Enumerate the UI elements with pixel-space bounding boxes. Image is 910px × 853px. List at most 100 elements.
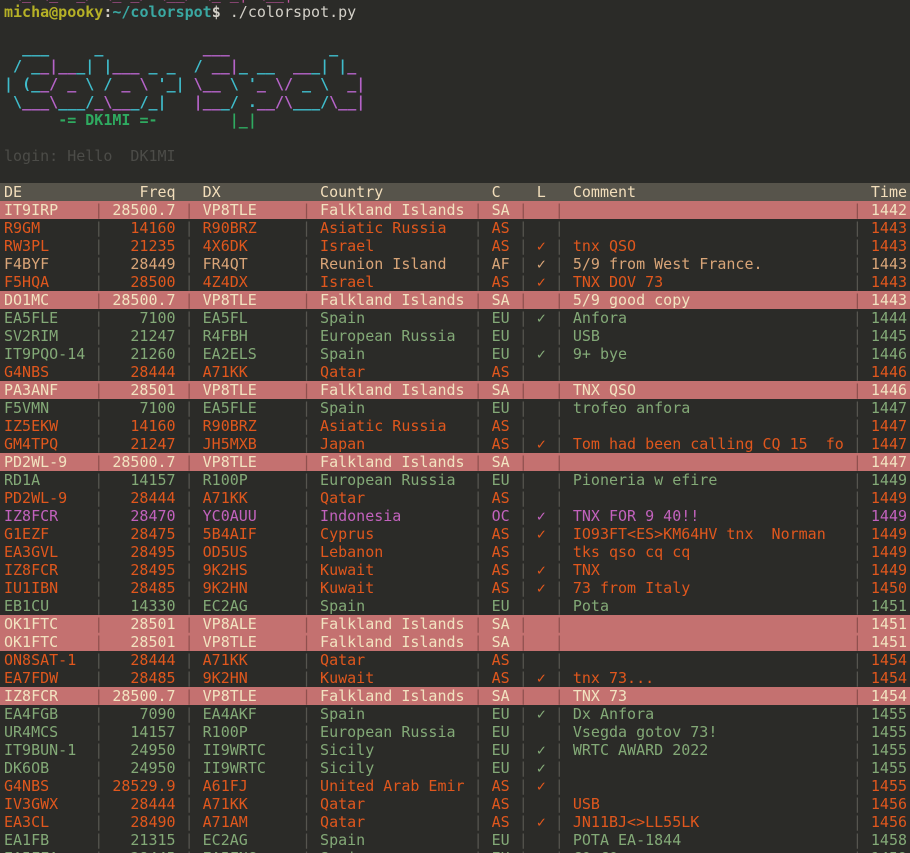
cell-l <box>537 363 546 381</box>
column-separator: | <box>94 417 112 435</box>
column-separator: | <box>94 651 112 669</box>
cell-l <box>537 453 546 471</box>
callsign-signature: -= DK1MI =- <box>58 111 157 129</box>
cell-dx: A71AM <box>203 813 302 831</box>
cell-dx: R100P <box>203 471 302 489</box>
column-separator: | <box>176 255 203 273</box>
cell-country: Japan <box>320 435 474 453</box>
column-separator: | <box>510 705 537 723</box>
cell-time: 1446 <box>871 381 907 399</box>
column-separator: | <box>510 741 537 759</box>
cell-comment: tnx 73... <box>573 669 853 687</box>
column-separator: | <box>853 345 871 363</box>
cell-de: UR4MCS <box>4 723 94 741</box>
cell-dx: VP8TLE <box>203 291 302 309</box>
column-separator: | <box>176 327 203 345</box>
col-header-dx: DX <box>203 183 302 201</box>
column-separator: | <box>546 615 573 633</box>
table-row: EA5FLE| 7100 | EA5FL| Spain| EU | ✓ | An… <box>0 309 910 327</box>
column-separator: | <box>510 615 537 633</box>
column-separator: | <box>853 435 871 453</box>
column-separator: | <box>176 849 203 853</box>
cell-comment: Anfora <box>573 309 853 327</box>
cell-freq: 28485 <box>112 579 175 597</box>
column-separator: | <box>510 723 537 741</box>
cell-de: IT9BUN-1 <box>4 741 94 759</box>
column-separator: | <box>176 831 203 849</box>
column-separator: | <box>302 615 320 633</box>
cell-dx: A71KK <box>203 489 302 507</box>
column-separator: | <box>853 399 871 417</box>
cell-de: R9GM <box>4 219 94 237</box>
column-separator: | <box>546 759 573 777</box>
column-separator: | <box>546 309 573 327</box>
cell-comment: Pioneria w efire <box>573 471 853 489</box>
column-separator: | <box>302 327 320 345</box>
column-separator: | <box>853 291 871 309</box>
cell-l <box>537 633 546 651</box>
cell-comment <box>573 615 853 633</box>
column-separator: | <box>853 705 871 723</box>
column-separator: | <box>853 687 871 705</box>
cell-time: 1449 <box>871 507 907 525</box>
column-separator: | <box>474 309 492 327</box>
column-separator: | <box>546 381 573 399</box>
cell-time: 1451 <box>871 597 907 615</box>
cell-country: Indonesia <box>320 507 474 525</box>
column-separator: | <box>853 507 871 525</box>
column-separator: | <box>510 759 537 777</box>
cell-freq: 7090 <box>112 705 175 723</box>
cell-c: SA <box>492 381 510 399</box>
table-row: IT9PQO-14| 21260 | EA2ELS| Spain| EU | ✓… <box>0 345 910 363</box>
cell-c: AS <box>492 813 510 831</box>
cell-dx: A61FJ <box>203 777 302 795</box>
cell-country: Qatar <box>320 363 474 381</box>
column-separator: | <box>94 327 112 345</box>
colorspot-ascii-logo: ___ _ ___ _ / __|___| |___ _ _ / __|_ __… <box>0 39 910 129</box>
cell-comment: POTA EA-1844 <box>573 831 853 849</box>
terminal-window[interactable]: \_ \_ _/ \_ _/ \__/ \_ _| \__| micha@poo… <box>0 0 910 853</box>
cell-de: EA1FB <box>4 831 94 849</box>
cell-freq: 14157 <box>112 471 175 489</box>
cell-time: 1454 <box>871 669 907 687</box>
column-separator: | <box>853 777 871 795</box>
column-separator: | <box>302 669 320 687</box>
cell-de: PD2WL-9 <box>4 453 94 471</box>
table-row: IU1IBN| 28485 | 9K2HN| Kuwait| AS | ✓ | … <box>0 579 910 597</box>
cell-de: EA5FFA <box>4 849 94 853</box>
cell-country: Spain <box>320 399 474 417</box>
cell-c: EU <box>492 849 510 853</box>
column-separator: | <box>853 327 871 345</box>
cell-freq: 28501 <box>112 615 175 633</box>
cell-de: OK1FTC <box>4 615 94 633</box>
column-separator: | <box>176 453 203 471</box>
column-separator: | <box>546 273 573 291</box>
column-separator: | <box>94 201 112 219</box>
cell-de: IU1IBN <box>4 579 94 597</box>
column-separator: | <box>853 723 871 741</box>
cell-c: AS <box>492 417 510 435</box>
column-separator: | <box>510 597 537 615</box>
cell-de: SV2RIM <box>4 327 94 345</box>
column-separator: | <box>853 417 871 435</box>
cell-comment: Tom had been calling CQ 15 fo <box>573 435 853 453</box>
column-separator: | <box>302 291 320 309</box>
table-row: EA4FGB| 7090 | EA4AKF| Spain| EU | ✓ | D… <box>0 705 910 723</box>
cell-comment: 73 from Italy <box>573 579 853 597</box>
cell-country: Lebanon <box>320 543 474 561</box>
cell-freq: 21235 <box>112 237 175 255</box>
column-separator: | <box>176 363 203 381</box>
cell-freq: 21260 <box>112 345 175 363</box>
col-header-de: DE <box>4 183 94 201</box>
column-separator: | <box>546 543 573 561</box>
cell-l: ✓ <box>537 255 546 273</box>
cell-comment <box>573 219 853 237</box>
cell-freq: 28495 <box>112 543 175 561</box>
cell-time: 1456 <box>871 813 907 831</box>
cell-comment: WRTC AWARD 2022 <box>573 741 853 759</box>
column-separator: | <box>302 849 320 853</box>
column-separator: | <box>176 219 203 237</box>
cell-c: AS <box>492 579 510 597</box>
column-separator: | <box>546 777 573 795</box>
table-row: SV2RIM| 21247 | R4FBH| European Russia| … <box>0 327 910 345</box>
